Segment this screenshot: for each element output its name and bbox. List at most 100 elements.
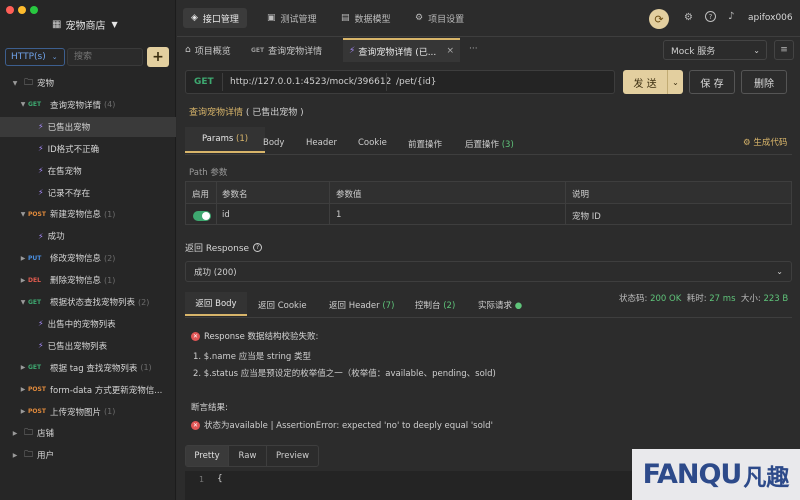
chevron-down-icon[interactable]: ⌄ xyxy=(668,78,683,87)
tree-item-label: 已售出宠物列表 xyxy=(47,341,108,352)
enable-toggle[interactable] xyxy=(193,211,211,221)
protocol-select[interactable]: HTTP(s) ⌄ xyxy=(5,48,65,66)
tab-label: 实际请求 xyxy=(478,301,513,311)
doc-tab-api[interactable]: GET 查询宠物详情 xyxy=(251,40,322,60)
method-badge: GET xyxy=(28,101,42,109)
doc-tab-overview[interactable]: ⌂ 项目概览 xyxy=(185,40,231,60)
case-item[interactable]: ⚡ 成功 xyxy=(0,226,176,246)
error-icon: ✕ xyxy=(191,420,200,430)
folder-item[interactable]: ▶ 🗀 用户 xyxy=(0,445,176,465)
expand-caret-icon[interactable]: ▶ xyxy=(18,277,28,284)
zoom-window-button[interactable] xyxy=(30,6,38,14)
delete-button[interactable]: 删除 xyxy=(741,70,787,94)
api-item[interactable]: ▼ GET 查询宠物详情 (4) xyxy=(0,95,176,115)
case-item[interactable]: ⚡ 在售宠物 xyxy=(0,161,176,181)
watermark-cn: 凡趣 xyxy=(743,464,790,491)
tab-label: 数据模型 xyxy=(354,14,391,25)
add-button[interactable]: + xyxy=(147,47,169,67)
expand-caret-icon[interactable]: ▶ xyxy=(18,364,28,371)
tab-response-header[interactable]: 返回 Header (7) xyxy=(329,299,394,311)
api-item[interactable]: ▶ DEL 删除宠物信息 (1) xyxy=(0,270,176,290)
expand-caret-icon[interactable]: ▼ xyxy=(18,299,28,306)
generate-code-link[interactable]: ⚙ 生成代码 xyxy=(743,136,787,148)
minimize-window-button[interactable] xyxy=(18,6,26,14)
tab-post-operation[interactable]: 后置操作 (3) xyxy=(465,138,514,150)
view-pretty[interactable]: Pretty xyxy=(186,446,228,466)
chevron-down-icon: ⌄ xyxy=(753,45,760,55)
env-settings-button[interactable]: ≡ xyxy=(774,40,794,60)
close-icon[interactable]: × xyxy=(446,46,454,56)
col-header-desc: 说明 xyxy=(572,190,590,200)
folder-icon: 🗀 xyxy=(24,428,34,439)
path-input[interactable]: /pet/{id} xyxy=(396,77,437,87)
tab-header[interactable]: Header xyxy=(306,138,337,148)
help-icon[interactable]: ? xyxy=(705,11,716,22)
tab-pre-operation[interactable]: 前置操作 xyxy=(408,138,442,150)
tab-response-body[interactable]: 返回 Body xyxy=(185,292,247,316)
help-icon[interactable]: ? xyxy=(253,243,263,252)
breadcrumb-link[interactable]: 查询宠物详情 xyxy=(189,108,243,118)
col-header-value: 参数值 xyxy=(336,190,362,200)
tab-console[interactable]: 控制台 (2) xyxy=(415,299,455,311)
case-item[interactable]: ⚡ ID格式不正确 xyxy=(0,139,176,159)
expand-caret-icon[interactable]: ▶ xyxy=(10,452,20,459)
tab-test-management[interactable]: ▣ 测试管理 xyxy=(259,8,325,28)
expand-caret-icon[interactable]: ▶ xyxy=(18,386,28,393)
param-name[interactable]: id xyxy=(222,210,230,220)
folder-item[interactable]: ▼ 🗀 宠物 xyxy=(0,73,176,93)
more-tabs-button[interactable]: ··· xyxy=(469,44,478,54)
tab-api-management[interactable]: ◈ 接口管理 xyxy=(183,8,247,28)
api-item[interactable]: ▼ POST 新建宠物信息 (1) xyxy=(0,204,176,224)
doc-tab-case-active[interactable]: ⚡ 查询宠物详情 (已... × xyxy=(343,38,460,62)
tab-cookie[interactable]: Cookie xyxy=(358,138,387,148)
project-switcher[interactable]: ▦ 宠物商店 ▼ xyxy=(52,17,118,32)
expand-caret-icon[interactable]: ▼ xyxy=(18,101,28,108)
api-item[interactable]: ▼ GET 根据状态查找宠物列表 (2) xyxy=(0,292,176,312)
tab-params[interactable]: Params (1) xyxy=(185,127,265,153)
param-value[interactable]: 1 xyxy=(336,210,341,220)
case-item[interactable]: ⚡ 记录不存在 xyxy=(0,183,176,203)
expand-caret-icon[interactable]: ▼ xyxy=(18,211,28,218)
api-item[interactable]: ▶ POST form-data 方式更新宠物信... xyxy=(0,380,176,400)
close-window-button[interactable] xyxy=(6,6,14,14)
environment-select[interactable]: Mock 服务 ⌄ xyxy=(663,40,767,60)
expand-caret-icon[interactable]: ▶ xyxy=(18,255,28,262)
search-input[interactable] xyxy=(67,48,143,66)
method-badge: POST xyxy=(28,210,46,218)
send-button[interactable]: 发 送 ⌄ xyxy=(623,70,683,94)
expand-caret-icon[interactable]: ▼ xyxy=(10,80,20,87)
api-item[interactable]: ▶ GET 根据 tag 查找宠物列表 (1) xyxy=(0,358,176,378)
tree-item-count: (1) xyxy=(104,275,116,285)
folder-item[interactable]: ▶ 🗀 店铺 xyxy=(0,423,176,443)
response-select[interactable]: 成功 (200) ⌄ xyxy=(185,261,792,282)
size-value: 223 B xyxy=(763,294,789,304)
lightning-icon: ⚡ xyxy=(38,341,44,351)
expand-caret-icon[interactable]: ▶ xyxy=(18,408,28,415)
validation-error-2: 2. $.status 应当是预设定的枚举值之一（枚举值：available、p… xyxy=(193,369,496,379)
method-select[interactable]: GET xyxy=(194,77,214,87)
assertion-message: 状态为available | AssertionError: expected … xyxy=(204,421,493,431)
tab-response-cookie[interactable]: 返回 Cookie xyxy=(258,299,307,311)
tab-label: 项目设置 xyxy=(428,14,465,25)
case-item[interactable]: ⚡ 出售中的宠物列表 xyxy=(0,314,176,334)
case-item[interactable]: ⚡ 已售出宠物 xyxy=(0,116,176,137)
console-count: (2) xyxy=(443,301,456,311)
sync-icon[interactable]: ⟳ xyxy=(649,9,669,29)
api-item[interactable]: ▶ POST 上传宠物图片 (1) xyxy=(0,402,176,422)
tab-project-settings[interactable]: ⚙ 项目设置 xyxy=(407,8,472,28)
view-preview[interactable]: Preview xyxy=(266,446,318,466)
save-button[interactable]: 保 存 xyxy=(689,70,735,94)
case-item[interactable]: ⚡ 已售出宠物列表 xyxy=(0,336,176,356)
bell-icon[interactable]: ♪ xyxy=(728,11,734,22)
tree-item-count: (1) xyxy=(104,407,116,416)
expand-caret-icon[interactable]: ▶ xyxy=(10,430,20,437)
param-desc[interactable]: 宠物 ID xyxy=(572,210,601,222)
grid-icon: ▦ xyxy=(52,18,62,30)
api-item[interactable]: ▶ PUT 修改宠物信息 (2) xyxy=(0,248,176,268)
tab-data-model[interactable]: ▤ 数据模型 xyxy=(333,8,399,28)
user-name[interactable]: apifox006 xyxy=(748,13,793,23)
view-raw[interactable]: Raw xyxy=(228,446,266,466)
tab-actual-request[interactable]: 实际请求 ● xyxy=(478,299,522,311)
settings-icon[interactable]: ⚙ xyxy=(684,12,693,23)
tab-body[interactable]: Body xyxy=(263,138,284,148)
